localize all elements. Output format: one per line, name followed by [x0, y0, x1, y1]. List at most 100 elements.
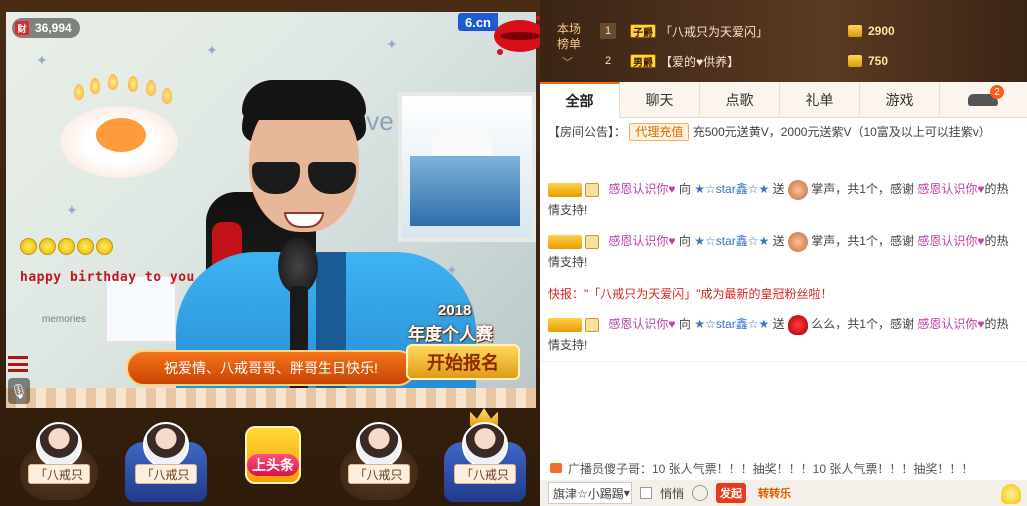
notice-text: 充500元送黄V，2000元送紫V（10富及以上可以挂紫v） [692, 125, 991, 139]
avatar [462, 422, 508, 468]
avatar [36, 422, 82, 468]
gift-message: 感恩认识你♥ 向 ★☆star鑫☆★ 送 掌声，共1个，感谢 感恩认识你♥的热情… [548, 231, 1018, 273]
tab-all[interactable]: 全部 [540, 82, 620, 118]
seat-name: 「八戒只 [28, 464, 90, 484]
ranking-panel: 本场榜单 ﹀ 1 子爵 「八戒只为天爱闪」 2900 2 男爵 【爱的♥供养】 … [540, 0, 1027, 82]
coin-row [20, 238, 113, 256]
chat-user[interactable]: 感恩认识你♥ [608, 234, 675, 248]
sunglasses [250, 162, 360, 196]
birthday-cake-icon [54, 74, 184, 178]
fan-level-icon [585, 182, 599, 197]
chat-target[interactable]: ★☆star鑫☆★ [694, 234, 769, 248]
chat-target[interactable]: ★☆star鑫☆★ [694, 317, 769, 331]
tab-chat[interactable]: 聊天 [620, 82, 700, 118]
broadcast-icon [550, 463, 562, 473]
stream-stage: ✦ ✦ ✦ ✦ ✦ ✦ love happy birthday to you m… [0, 0, 546, 506]
contest-title: 年度个人赛 [408, 325, 493, 344]
menu-icon[interactable] [8, 356, 28, 372]
applause-gift-icon [787, 179, 808, 200]
seat[interactable]: 「八戒只 [117, 412, 213, 506]
chevron-down-icon[interactable]: ﹀ [562, 54, 573, 70]
viewer-count: 36,994 [35, 21, 72, 35]
chat-target[interactable]: ★☆star鑫☆★ [694, 182, 769, 196]
chat-user[interactable]: 感恩认识你♥ [608, 317, 675, 331]
chat-user[interactable]: 感恩认识你♥ [608, 182, 675, 196]
coin-icon [58, 238, 75, 255]
quiet-checkbox[interactable] [640, 487, 652, 499]
spin-button[interactable]: 转转乐 [754, 483, 795, 503]
input-bar: 旗津☆小踢踢 ▾ 悄悄 发起 转转乐 [540, 480, 1027, 506]
coin-icon [848, 55, 862, 67]
video-player[interactable]: ✦ ✦ ✦ ✦ ✦ ✦ love happy birthday to you m… [6, 12, 536, 408]
car-count-badge: 2 [990, 85, 1004, 99]
quiet-label: 悄悄 [660, 486, 685, 501]
recipient-select[interactable]: 旗津☆小踢踢 ▾ [548, 482, 632, 504]
divider [540, 361, 1027, 369]
rank-number: 2 [604, 55, 612, 67]
wealth-icon: 财 [15, 21, 29, 35]
wealth-level-icon [548, 317, 582, 332]
chat-tabs: 全部 聊天 点歌 礼单 游戏 2 [540, 82, 1027, 118]
coin-icon [20, 238, 37, 255]
microphone-icon[interactable]: 🎙 [8, 378, 30, 404]
coin-icon [96, 238, 113, 255]
coin-icon [39, 238, 56, 255]
rank-score: 750 [868, 54, 889, 68]
applause-gift-icon [787, 231, 808, 252]
room-notice: 【房间公告】： 代理充值 充500元送黄V，2000元送紫V（10富及以上可以挂… [548, 122, 1018, 143]
headline-button[interactable]: 上头条 [223, 412, 319, 506]
wall-photo [398, 92, 536, 242]
seat-name: 「八戒只 [454, 464, 516, 484]
avatar [355, 422, 402, 468]
viewer-count-badge: 财 36,994 [12, 18, 80, 38]
contest-promo[interactable]: 2018 年度个人赛 开始报名 [402, 302, 526, 386]
tab-gifts[interactable]: 礼单 [780, 82, 860, 118]
rank-badge: 子爵 [630, 24, 656, 39]
rank-score: 2900 [868, 24, 895, 38]
ranking-title[interactable]: 本场榜单 [552, 22, 586, 52]
chat-panel: 【房间公告】： 代理充值 充500元送黄V，2000元送紫V（10富及以上可以挂… [540, 118, 1027, 456]
lace-border [6, 388, 536, 408]
rank-badge: 男爵 [630, 54, 656, 69]
fan-level-icon [585, 234, 599, 249]
butterfly-icon: ✦ [36, 52, 48, 68]
photo-caption: memories [42, 314, 86, 325]
broadcast-bar: 广播员傻子哥：10 张人气票！！！抽奖！！！10 张人气票！！！抽奖！！！ [540, 456, 1027, 480]
seat-name: 「八戒只 [347, 464, 410, 484]
headline-label: 上头条 [247, 454, 299, 476]
agent-recharge-button[interactable]: 代理充值 [629, 123, 690, 141]
tab-car[interactable]: 2 [940, 82, 1026, 118]
rank-user: 「八戒只为天爱闪」 [660, 24, 769, 39]
butterfly-icon: ✦ [386, 36, 398, 52]
kiss-gift-icon [787, 314, 808, 335]
seat[interactable]: 「八戒只 [330, 412, 426, 506]
contest-signup-button[interactable]: 开始报名 [406, 344, 520, 380]
seat[interactable]: 「八戒只 [436, 408, 532, 506]
contest-year: 2018 [438, 302, 472, 319]
coin-icon [77, 238, 94, 255]
ranking-row[interactable]: 2 男爵 【爱的♥供养】 750 [600, 49, 1020, 73]
gift-message: 感恩认识你♥ 向 ★☆star鑫☆★ 送 掌声，共1个，感谢 感恩认识你♥的热情… [548, 179, 1018, 221]
seat[interactable]: 「八戒只 [10, 412, 106, 506]
tab-song[interactable]: 点歌 [700, 82, 780, 118]
birthday-overlay-text: happy birthday to you [20, 270, 195, 285]
tab-games[interactable]: 游戏 [860, 82, 940, 118]
avatar [142, 422, 189, 468]
stream-tools: 🎙 [8, 356, 32, 408]
flash-news: 快报："「八戒只为天爱闪」"成为最新的皇冠粉丝啦！ [548, 287, 833, 301]
seat-row: 「八戒只 「八戒只 上头条 「八戒只 「八戒只 [10, 408, 532, 506]
wealth-level-icon [548, 182, 582, 197]
notice-label: 【房间公告】： [548, 125, 627, 139]
coin-icon [848, 25, 862, 37]
butterfly-icon: ✦ [206, 42, 218, 58]
rank-user: 【爱的♥供养】 [660, 54, 740, 69]
wealth-level-icon [548, 234, 582, 249]
emoji-icon[interactable] [692, 485, 709, 501]
birthday-banner: 祝爱情、八戒哥哥、胖哥生日快乐! [126, 350, 416, 386]
bell-icon[interactable] [1001, 484, 1021, 504]
launch-button[interactable]: 发起 [716, 483, 747, 503]
ranking-row[interactable]: 1 子爵 「八戒只为天爱闪」 2900 [600, 19, 1020, 43]
fan-level-icon [585, 317, 599, 332]
broadcast-text: 广播员傻子哥：10 张人气票！！！抽奖！！！10 张人气票！！！抽奖！！！ [568, 461, 974, 476]
seat-name: 「八戒只 [134, 464, 197, 484]
